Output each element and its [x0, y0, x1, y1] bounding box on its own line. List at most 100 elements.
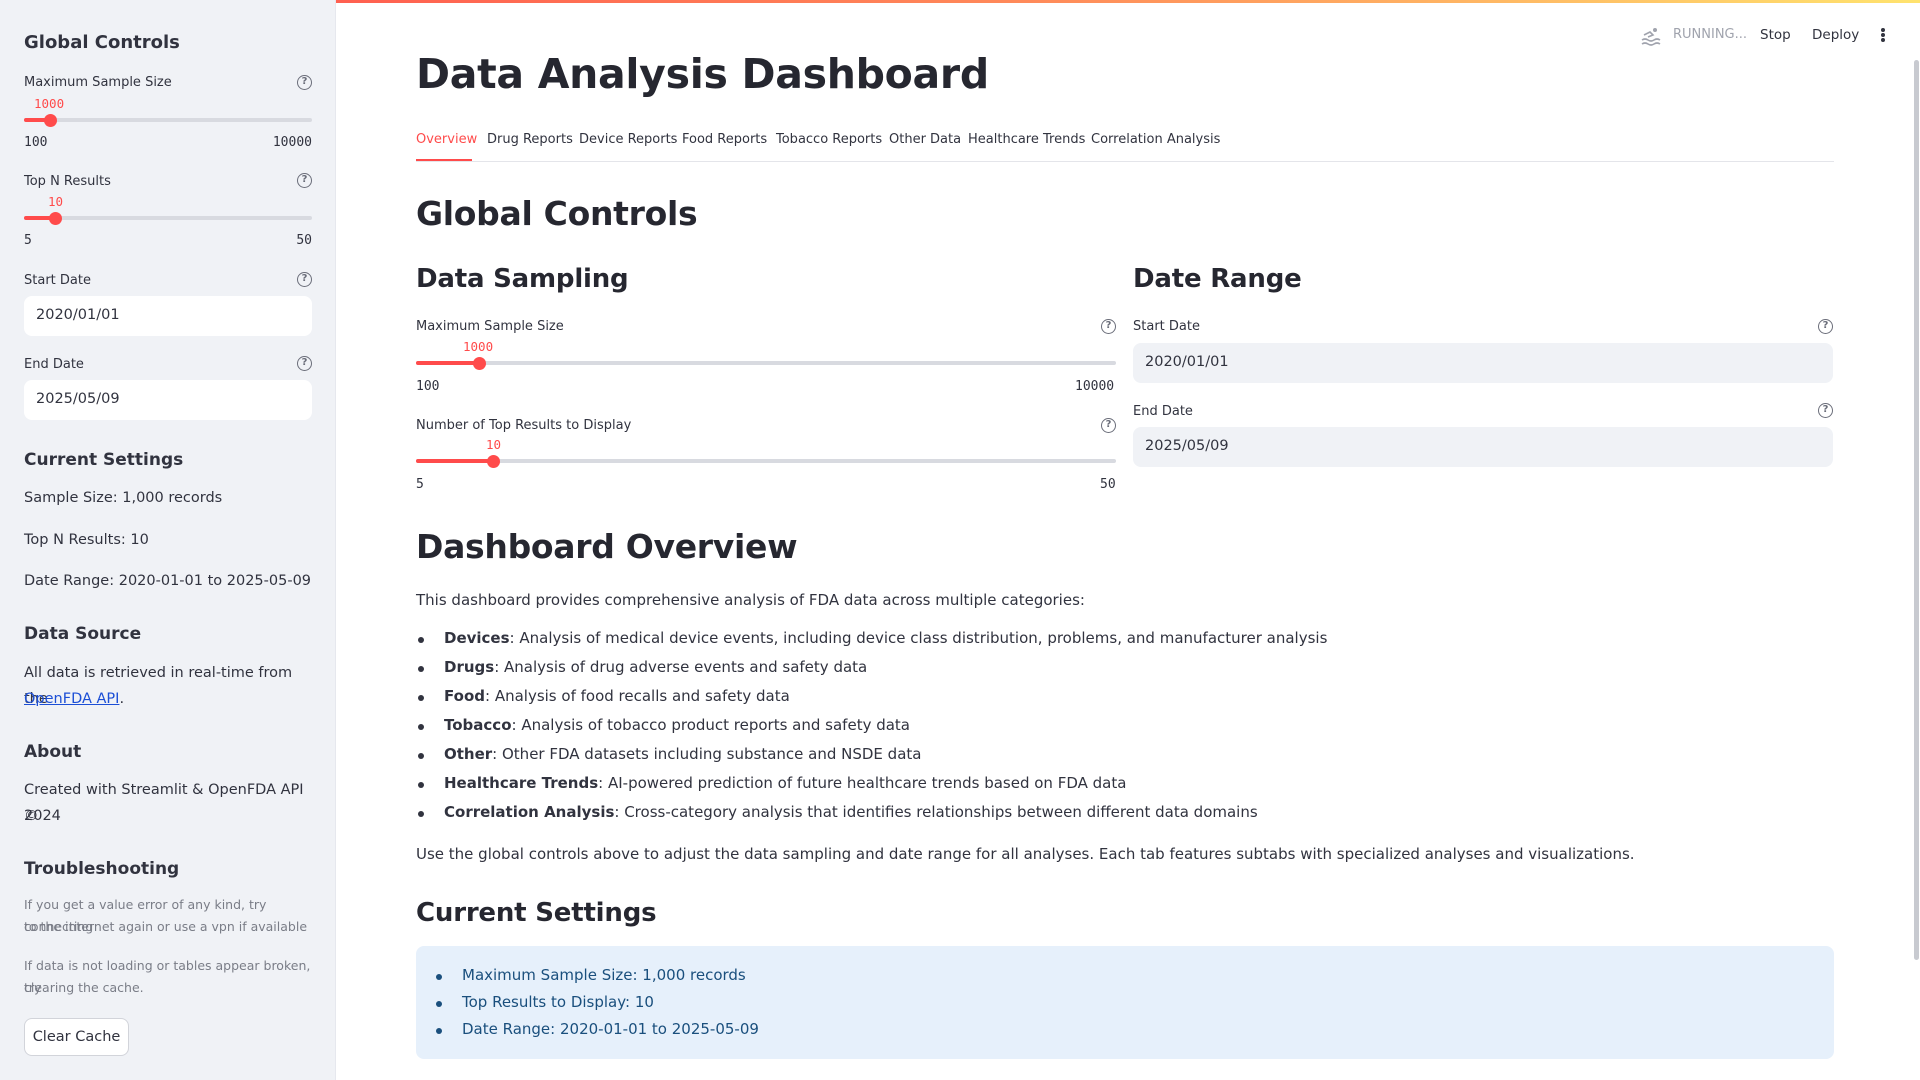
- list-item-term: Devices: [444, 629, 510, 647]
- slider-min: 100: [24, 135, 48, 150]
- date-range-heading: Date Range: [1133, 264, 1302, 294]
- openfda-link[interactable]: OpenFDA API: [24, 691, 119, 707]
- list-item-term: Correlation Analysis: [444, 803, 615, 821]
- current-sample: Sample Size: 1,000 records: [24, 490, 223, 506]
- tab-correlation-analysis[interactable]: Correlation Analysis: [1091, 132, 1220, 147]
- max-sample-value: 1000: [34, 96, 65, 111]
- tab-tobacco-reports[interactable]: Tobacco Reports: [776, 132, 882, 147]
- clear-cache-button[interactable]: Clear Cache: [24, 1018, 129, 1056]
- list-item-term: Other: [444, 745, 493, 763]
- list-item-desc: : Analysis of drug adverse events and sa…: [494, 658, 868, 676]
- slider-min: 100: [416, 379, 440, 394]
- max-sample-slider[interactable]: [24, 113, 312, 127]
- global-controls-heading: Global Controls: [416, 194, 698, 233]
- slider-max: 10000: [1075, 379, 1115, 394]
- end-date-input[interactable]: 2025/05/09: [1133, 427, 1833, 467]
- max-sample-label: Maximum Sample Size: [416, 319, 564, 334]
- top-n-value: 10: [486, 437, 502, 452]
- about-heading: About: [24, 742, 82, 762]
- top-n-slider[interactable]: [416, 454, 1116, 468]
- current-settings-info-box: Maximum Sample Size: 1,000 records Top R…: [416, 946, 1834, 1059]
- end-date-input[interactable]: 2025/05/09: [24, 380, 312, 420]
- list-item: Drugs: Analysis of drug adverse events a…: [416, 658, 1816, 687]
- list-item-term: Drugs: [444, 658, 495, 676]
- list-item-desc: : Analysis of medical device events, inc…: [509, 629, 1328, 647]
- current-topn: Top N Results: 10: [24, 532, 149, 548]
- page-title: Data Analysis Dashboard: [416, 50, 989, 98]
- help-icon[interactable]: ?: [297, 356, 312, 371]
- overview-outro: Use the global controls above to adjust …: [416, 845, 1635, 863]
- help-icon[interactable]: ?: [297, 173, 312, 188]
- deploy-button[interactable]: Deploy: [1812, 27, 1859, 43]
- data-sampling-heading: Data Sampling: [416, 264, 629, 294]
- stop-button[interactable]: Stop: [1760, 27, 1791, 43]
- end-date-label: End Date: [24, 357, 84, 372]
- overview-intro: This dashboard provides comprehensive an…: [416, 591, 1085, 609]
- dashboard-overview-heading: Dashboard Overview: [416, 527, 798, 566]
- list-item: Top Results to Display: 10: [434, 993, 759, 1020]
- slider-thumb[interactable]: [473, 356, 487, 370]
- troubleshooting-text-2b: clearing the cache.: [24, 980, 144, 995]
- list-item: Tobacco: Analysis of tobacco product rep…: [416, 716, 1816, 745]
- slider-max: 50: [1100, 477, 1116, 492]
- troubleshooting-text-1b: to the internet again or use a vpn if av…: [24, 919, 308, 934]
- tab-device-reports[interactable]: Device Reports: [579, 132, 677, 147]
- slider-thumb[interactable]: [43, 113, 57, 127]
- troubleshooting-heading: Troubleshooting: [24, 859, 180, 879]
- list-item: Food: Analysis of food recalls and safet…: [416, 687, 1816, 716]
- about-line-2: 2024: [24, 808, 61, 824]
- start-date-input[interactable]: 2020/01/01: [1133, 343, 1833, 383]
- top-n-label: Number of Top Results to Display: [416, 418, 632, 433]
- list-item: Devices: Analysis of medical device even…: [416, 629, 1816, 658]
- max-sample-slider[interactable]: [416, 356, 1116, 370]
- start-date-input[interactable]: 2020/01/01: [24, 296, 312, 336]
- max-sample-value: 1000: [463, 339, 494, 354]
- scrollbar[interactable]: [1914, 60, 1919, 960]
- start-date-label: Start Date: [1133, 319, 1200, 334]
- sidebar: Global Controls Maximum Sample Size ? 10…: [0, 0, 336, 1080]
- slider-min: 5: [416, 477, 424, 492]
- slider-min: 5: [24, 233, 32, 248]
- data-source-link-line: OpenFDA API.: [24, 686, 124, 712]
- top-n-slider[interactable]: [24, 211, 312, 225]
- slider-thumb[interactable]: [487, 454, 501, 468]
- help-icon[interactable]: ?: [297, 75, 312, 90]
- tab-bar: Overview Drug Reports Device Reports Foo…: [416, 128, 1834, 162]
- help-icon[interactable]: ?: [1818, 319, 1833, 334]
- list-item-term: Food: [444, 687, 485, 705]
- data-source-heading: Data Source: [24, 624, 142, 644]
- list-item-desc: : Analysis of tobacco product reports an…: [511, 716, 911, 734]
- slider-fill: [416, 361, 480, 365]
- slider-max: 10000: [272, 135, 312, 150]
- current-range: Date Range: 2020-01-01 to 2025-05-09: [24, 573, 312, 589]
- slider-max: 50: [296, 233, 312, 248]
- list-item: Other: Other FDA datasets including subs…: [416, 745, 1816, 774]
- help-icon[interactable]: ?: [297, 272, 312, 287]
- tab-food-reports[interactable]: Food Reports: [682, 132, 767, 147]
- list-item-desc: : Other FDA datasets including substance…: [492, 745, 922, 763]
- main-menu-icon[interactable]: [1881, 28, 1885, 42]
- start-date-label: Start Date: [24, 273, 91, 288]
- list-item-desc: : AI-powered prediction of future health…: [598, 774, 1127, 792]
- list-item-desc: : Cross-category analysis that identifie…: [614, 803, 1258, 821]
- about-line-1: Created with Streamlit & OpenFDA API ©: [24, 782, 304, 824]
- help-icon[interactable]: ?: [1101, 319, 1116, 334]
- tab-drug-reports[interactable]: Drug Reports: [487, 132, 573, 147]
- tab-other-data[interactable]: Other Data: [889, 132, 961, 147]
- tab-overview[interactable]: Overview: [416, 132, 477, 147]
- sidebar-title: Global Controls: [24, 32, 180, 53]
- list-item: Maximum Sample Size: 1,000 records: [434, 966, 759, 993]
- top-n-value: 10: [48, 194, 64, 209]
- running-swimmer-icon: [1640, 25, 1662, 47]
- overview-list: Devices: Analysis of medical device even…: [416, 629, 1816, 832]
- slider-fill: [416, 459, 494, 463]
- list-item-term: Healthcare Trends: [444, 774, 599, 792]
- list-item-desc: : Analysis of food recalls and safety da…: [485, 687, 790, 705]
- help-icon[interactable]: ?: [1101, 418, 1116, 433]
- slider-thumb[interactable]: [49, 211, 63, 225]
- tab-healthcare-trends[interactable]: Healthcare Trends: [968, 132, 1085, 147]
- help-icon[interactable]: ?: [1818, 403, 1833, 418]
- active-tab-indicator: [416, 159, 472, 161]
- max-sample-label: Maximum Sample Size: [24, 75, 172, 90]
- period: .: [119, 691, 125, 707]
